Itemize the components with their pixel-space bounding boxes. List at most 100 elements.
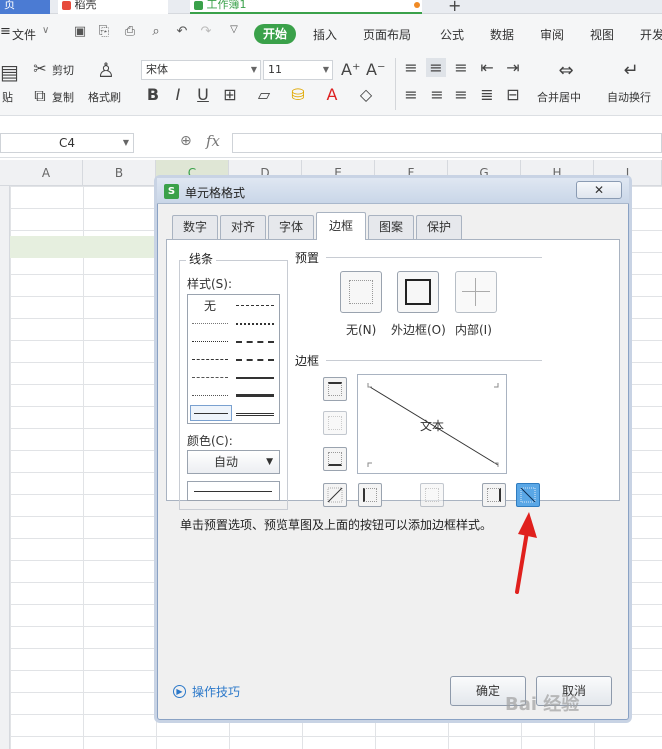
customize-icon[interactable]: ▽ <box>226 24 242 40</box>
play-icon[interactable]: ▶ <box>173 685 186 698</box>
tab-border[interactable]: 边框 <box>316 212 366 240</box>
bold-icon[interactable]: B <box>145 85 161 104</box>
fill-border-icon[interactable]: ▱ <box>254 85 274 104</box>
outdent-icon[interactable]: ⇤ <box>478 58 496 77</box>
tab-start[interactable]: 开始 <box>254 24 296 44</box>
chevron-down-icon[interactable]: ∨ <box>42 25 49 36</box>
align-right-icon[interactable]: ≡ <box>452 85 470 104</box>
align-center-icon[interactable]: ≡ <box>428 85 446 104</box>
close-button[interactable]: ✕ <box>576 181 622 199</box>
border-icon[interactable]: ⊞ <box>220 85 240 104</box>
tab-pattern[interactable]: 图案 <box>368 215 414 239</box>
border-right-button[interactable] <box>482 483 506 507</box>
wrap-text-button[interactable]: 自动换行 <box>607 89 651 105</box>
italic-icon[interactable]: I <box>170 85 186 104</box>
new-tab-icon[interactable]: + <box>448 0 461 15</box>
font-name-select[interactable]: 宋体 ▼ <box>141 60 261 80</box>
line-style-option[interactable] <box>192 323 228 324</box>
scissors-icon[interactable]: ✂ <box>32 59 48 78</box>
border-bottom-button[interactable] <box>323 447 347 471</box>
line-style-option[interactable] <box>236 359 274 361</box>
fill-color-icon[interactable]: ⛁ <box>288 85 308 104</box>
format-painter-icon[interactable]: ♙ <box>96 58 116 82</box>
formula-input[interactable] <box>232 133 662 153</box>
decrease-font-icon[interactable]: A⁻ <box>366 60 385 79</box>
preview-icon[interactable]: ⌕ <box>148 24 164 40</box>
line-style-option[interactable] <box>236 305 274 306</box>
line-style-none[interactable]: 无 <box>204 297 216 314</box>
font-color-icon[interactable]: A <box>323 85 341 104</box>
border-top-button[interactable] <box>323 377 347 401</box>
name-box[interactable]: C4 ▼ <box>0 133 134 153</box>
fx-icon[interactable]: fx <box>206 132 220 150</box>
format-painter-button[interactable]: 格式刷 <box>88 89 121 105</box>
border-left-button[interactable] <box>358 483 382 507</box>
line-style-option[interactable] <box>192 359 228 360</box>
preset-outline-button[interactable] <box>397 271 439 313</box>
color-select[interactable]: 自动 ▼ <box>187 450 280 474</box>
indent-icon[interactable]: ⇥ <box>504 58 522 77</box>
merge-icon[interactable]: ⇔ <box>555 60 577 81</box>
border-diagonal-down-button[interactable] <box>516 483 540 507</box>
tab-protection[interactable]: 保护 <box>416 215 462 239</box>
line-style-selected[interactable] <box>190 405 232 421</box>
column-header[interactable]: B <box>83 160 156 186</box>
tips-link[interactable]: 操作技巧 <box>192 683 240 700</box>
merge-center-button[interactable]: 合并居中 <box>537 89 581 105</box>
tab-review[interactable]: 审阅 <box>540 26 564 43</box>
line-style-option[interactable] <box>236 394 274 397</box>
line-style-option[interactable] <box>236 341 274 343</box>
border-inner-vertical-button[interactable] <box>420 483 444 507</box>
hamburger-icon[interactable]: ≡ <box>0 24 11 39</box>
line-style-option[interactable] <box>236 377 274 379</box>
zoom-icon[interactable]: ⊕ <box>180 133 192 149</box>
border-diagonal-up-button[interactable] <box>323 483 347 507</box>
font-size-select[interactable]: 11 ▼ <box>263 60 333 80</box>
paste-label[interactable]: 贴 <box>2 89 13 105</box>
tab-formulas[interactable]: 公式 <box>440 26 464 43</box>
underline-icon[interactable]: U <box>195 85 211 104</box>
preset-inside-button[interactable] <box>455 271 497 313</box>
line-style-option[interactable] <box>236 323 274 325</box>
tab-view[interactable]: 视图 <box>590 26 614 43</box>
tab-insert[interactable]: 插入 <box>313 26 337 43</box>
line-style-option[interactable] <box>192 395 228 396</box>
increase-font-icon[interactable]: A⁺ <box>341 60 360 79</box>
cut-button[interactable]: 剪切 <box>52 62 74 78</box>
column-header[interactable]: A <box>10 160 83 186</box>
home-tab[interactable]: 页 <box>0 0 50 14</box>
line-style-option[interactable] <box>192 377 228 378</box>
align-left-icon[interactable]: ≡ <box>402 85 420 104</box>
preset-none-button[interactable] <box>340 271 382 313</box>
justify-icon[interactable]: ≣ <box>478 85 496 104</box>
redo-icon[interactable]: ↷ <box>198 24 214 40</box>
menu-file[interactable]: 文件 <box>12 26 36 43</box>
undo-icon[interactable]: ↶ <box>174 24 190 40</box>
align-middle-icon[interactable]: ≡ <box>426 58 446 77</box>
line-style-list[interactable]: 无 <box>187 294 280 424</box>
docer-tab[interactable]: 稻壳 <box>58 0 168 14</box>
save-icon[interactable]: ▣ <box>72 24 88 40</box>
clear-icon[interactable]: ◇ <box>356 85 376 104</box>
align-top-icon[interactable]: ≡ <box>402 58 420 77</box>
output-icon[interactable]: ⎘ <box>96 24 112 40</box>
paste-icon[interactable]: ▤ <box>0 60 19 84</box>
tab-font[interactable]: 字体 <box>268 215 314 239</box>
distributed-icon[interactable]: ⊟ <box>504 85 522 104</box>
tab-number[interactable]: 数字 <box>172 215 218 239</box>
border-preview[interactable]: 文本 <box>357 374 507 474</box>
align-bottom-icon[interactable]: ≡ <box>452 58 470 77</box>
copy-button[interactable]: 复制 <box>52 89 74 105</box>
tab-alignment[interactable]: 对齐 <box>220 215 266 239</box>
border-inner-horizontal-button[interactable] <box>323 411 347 435</box>
tab-page-layout[interactable]: 页面布局 <box>363 26 411 43</box>
row-headers[interactable] <box>0 186 10 749</box>
workbook-tab[interactable]: 工作簿1 <box>190 0 422 14</box>
copy-icon[interactable]: ⧉ <box>32 86 48 106</box>
tab-developer[interactable]: 开发 <box>640 26 662 43</box>
line-style-option[interactable] <box>236 413 274 416</box>
wrap-icon[interactable]: ↵ <box>620 60 642 81</box>
tab-data[interactable]: 数据 <box>490 26 514 43</box>
line-style-option[interactable] <box>192 341 228 342</box>
print-icon[interactable]: ⎙ <box>122 24 138 40</box>
